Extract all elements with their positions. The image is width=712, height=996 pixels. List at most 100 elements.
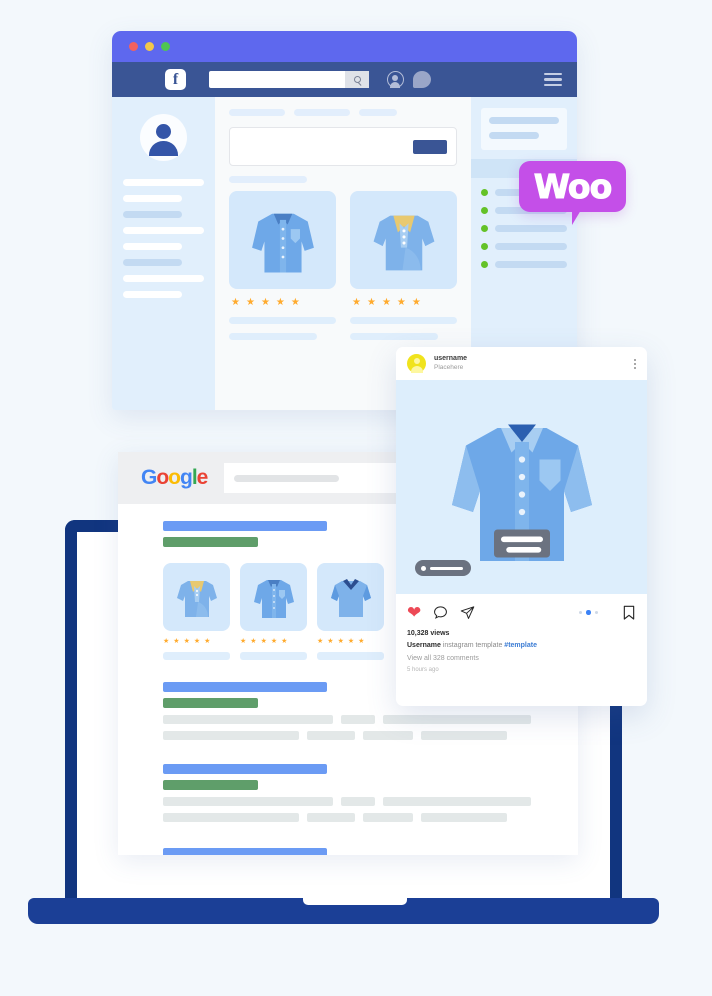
result-title-bar xyxy=(163,521,327,531)
result-snippet-line xyxy=(163,715,578,724)
navbar-search-input[interactable] xyxy=(209,71,369,88)
star-icon: ★ xyxy=(173,638,180,645)
filter-chips-row xyxy=(229,109,457,116)
minimize-window-button[interactable] xyxy=(145,42,154,51)
facebook-logo-icon[interactable]: f xyxy=(165,69,186,90)
result-snippet-line xyxy=(163,797,578,806)
search-icon[interactable] xyxy=(345,71,369,88)
post-composer-input[interactable] xyxy=(229,127,457,166)
post-text: 10,328 views Username instagram template… xyxy=(396,621,647,675)
search-query-placeholder xyxy=(234,474,340,482)
result-url-bar xyxy=(163,537,258,547)
star-icon: ★ xyxy=(317,638,324,645)
online-status-icon xyxy=(481,243,488,250)
star-icon: ★ xyxy=(204,638,211,645)
product-card[interactable]: ★ ★ ★ ★ ★ xyxy=(229,191,336,340)
star-icon: ★ xyxy=(231,297,240,308)
post-header: username Placehere xyxy=(396,347,647,380)
product-title-placeholder xyxy=(317,652,384,660)
product-tag-pill[interactable] xyxy=(415,560,471,576)
location-label[interactable]: Placehere xyxy=(434,364,467,372)
online-status-icon xyxy=(481,261,488,268)
close-window-button[interactable] xyxy=(129,42,138,51)
google-search-input[interactable] xyxy=(224,463,425,493)
maximize-window-button[interactable] xyxy=(161,42,170,51)
woocommerce-badge[interactable]: Woo xyxy=(519,161,626,225)
product-image xyxy=(240,563,307,631)
heart-icon[interactable]: ❤ xyxy=(407,604,421,621)
result-url-bar xyxy=(163,780,258,790)
carousel-dot-active[interactable] xyxy=(586,610,591,615)
sidebar-item[interactable] xyxy=(123,291,182,298)
product-image xyxy=(163,563,230,631)
post-actions: ❤ xyxy=(396,594,647,621)
profile-icon[interactable] xyxy=(387,71,404,88)
star-icon: ★ xyxy=(193,638,201,645)
avatar[interactable] xyxy=(407,354,426,373)
section-label-placeholder xyxy=(229,176,307,183)
product-rating-stars: ★ ★ ★ ★ ★ xyxy=(229,298,336,308)
search-result-item[interactable] xyxy=(163,764,578,822)
instagram-post-card: username Placehere ❤ 10,328 views Userna… xyxy=(396,347,647,706)
sidebar-item[interactable] xyxy=(123,179,204,186)
product-rating-stars: ★ ★ ★ ★ ★ xyxy=(317,638,384,645)
tag-dot-icon xyxy=(421,565,426,571)
sponsored-card[interactable] xyxy=(481,108,567,150)
post-submit-button[interactable] xyxy=(413,139,447,154)
messages-icon[interactable] xyxy=(413,71,431,88)
username-label[interactable]: username xyxy=(434,355,467,364)
online-status-icon xyxy=(481,189,488,196)
sidebar-item[interactable] xyxy=(123,275,204,282)
post-author: username Placehere xyxy=(434,355,467,372)
more-options-icon[interactable] xyxy=(634,358,636,369)
comment-bubble-icon[interactable] xyxy=(433,605,448,620)
contact-item[interactable] xyxy=(481,225,567,232)
star-icon: ★ xyxy=(366,297,376,308)
laptop-trackpad-notch xyxy=(303,898,407,905)
caption-body: instagram template xyxy=(442,642,503,650)
product-title-placeholder xyxy=(163,652,230,660)
filter-chip[interactable] xyxy=(229,109,285,116)
filter-chip[interactable] xyxy=(294,109,350,116)
search-result-item[interactable] xyxy=(163,848,578,855)
contact-item[interactable] xyxy=(481,243,567,250)
shopping-product[interactable]: ★ ★ ★ ★ ★ xyxy=(163,563,230,660)
carousel-dot[interactable] xyxy=(594,610,598,615)
carousel-dot[interactable] xyxy=(578,610,582,615)
shopping-product[interactable]: ★ ★ ★ ★ ★ xyxy=(240,563,307,660)
window-titlebar xyxy=(112,31,577,62)
star-icon: ★ xyxy=(396,297,406,308)
product-grid: ★ ★ ★ ★ ★ ★ ★ ★ ★ ★ xyxy=(229,191,457,340)
shopping-product[interactable]: ★ ★ ★ ★ ★ xyxy=(317,563,384,660)
avatar[interactable] xyxy=(140,114,187,161)
contact-item[interactable] xyxy=(481,261,567,268)
sidebar-item[interactable] xyxy=(123,195,182,202)
sidebar-item[interactable] xyxy=(123,211,182,218)
product-meta-placeholder xyxy=(229,333,317,340)
star-icon: ★ xyxy=(290,297,300,308)
contact-name-placeholder xyxy=(495,225,567,232)
star-icon: ★ xyxy=(260,297,270,308)
product-title-placeholder xyxy=(240,652,307,660)
star-icon: ★ xyxy=(327,638,334,645)
send-paperplane-icon[interactable] xyxy=(460,605,475,620)
sidebar-item[interactable] xyxy=(123,243,182,250)
product-card[interactable]: ★ ★ ★ ★ ★ xyxy=(350,191,457,340)
product-meta-placeholder xyxy=(350,333,438,340)
product-image xyxy=(317,563,384,631)
view-comments-link[interactable]: View all 328 comments xyxy=(407,653,636,665)
star-icon: ★ xyxy=(381,297,391,308)
filter-chip[interactable] xyxy=(359,109,397,116)
card-line xyxy=(489,117,559,124)
caption-username[interactable]: Username xyxy=(407,642,441,649)
illustration-stage: Google ★ ★ ★ ★ ★ ★ ★ ★ ★ ★ ★ ★ ★ ★ ★ f ★… xyxy=(0,0,712,996)
product-rating-stars: ★ ★ ★ ★ ★ xyxy=(163,638,230,645)
sidebar-item[interactable] xyxy=(123,227,204,234)
bookmark-icon[interactable] xyxy=(622,605,636,621)
hamburger-menu-icon[interactable] xyxy=(544,73,562,86)
google-logo: Google xyxy=(141,466,208,489)
star-icon: ★ xyxy=(337,638,344,645)
caption-hashtag[interactable]: #template xyxy=(504,642,537,649)
post-photo[interactable] xyxy=(396,380,647,594)
sidebar-item[interactable] xyxy=(123,259,182,266)
